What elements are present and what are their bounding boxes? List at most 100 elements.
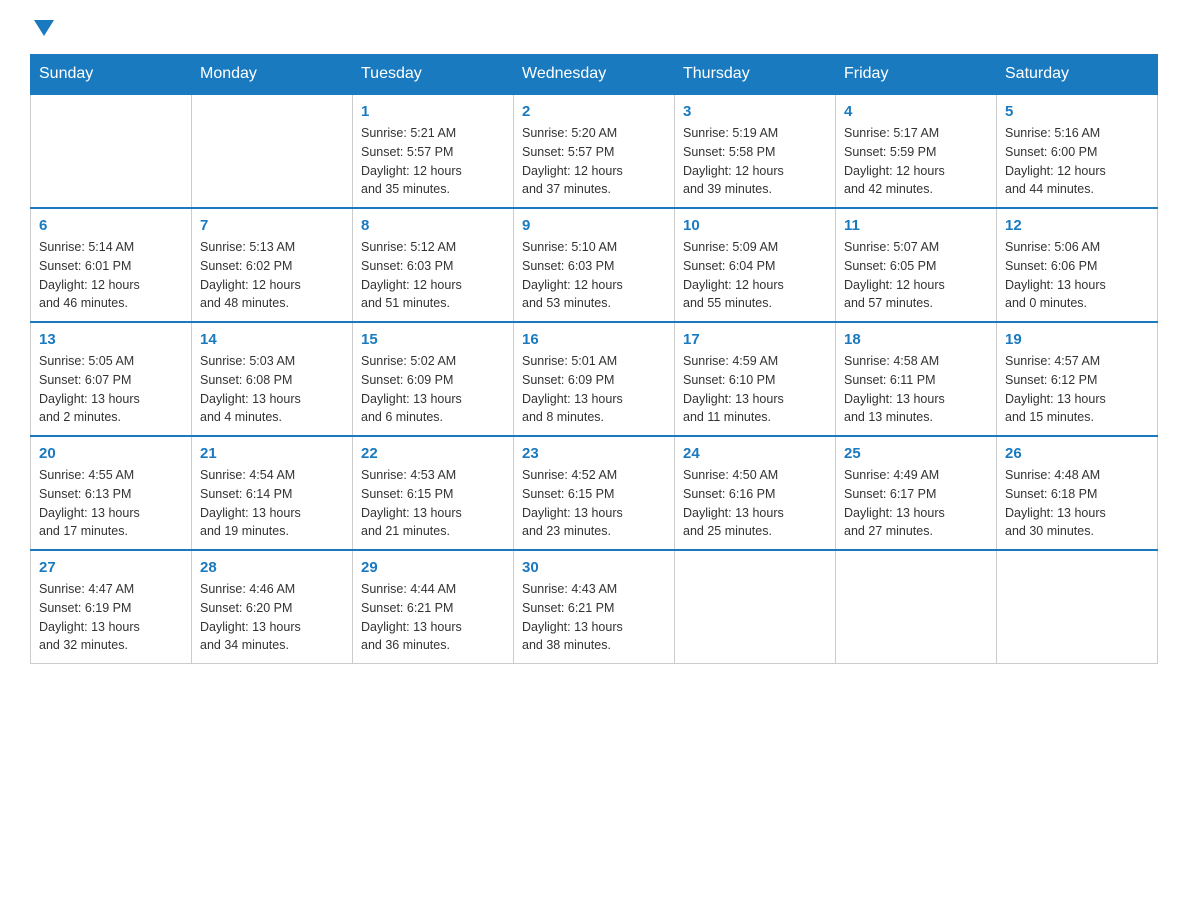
weekday-header-sunday: Sunday bbox=[31, 55, 192, 95]
day-info: Sunrise: 5:19 AMSunset: 5:58 PMDaylight:… bbox=[683, 124, 827, 199]
day-number: 6 bbox=[39, 217, 183, 234]
calendar-cell: 12 Sunrise: 5:06 AMSunset: 6:06 PMDayligh… bbox=[997, 208, 1158, 322]
calendar-cell bbox=[997, 550, 1158, 664]
weekday-header-saturday: Saturday bbox=[997, 55, 1158, 95]
day-info: Sunrise: 5:03 AMSunset: 6:08 PMDaylight:… bbox=[200, 352, 344, 427]
day-number: 29 bbox=[361, 559, 505, 576]
calendar-cell: 29 Sunrise: 4:44 AMSunset: 6:21 PMDayligh… bbox=[353, 550, 514, 664]
calendar-cell: 24Sunrise: 4:50 AMSunset: 6:16 PMDayligh… bbox=[675, 436, 836, 550]
day-info: Sunrise: 4:52 AMSunset: 6:15 PMDaylight:… bbox=[522, 466, 666, 541]
day-number: 26 bbox=[1005, 445, 1149, 462]
calendar-cell: 17Sunrise: 4:59 AMSunset: 6:10 PMDayligh… bbox=[675, 322, 836, 436]
weekday-header-friday: Friday bbox=[836, 55, 997, 95]
day-info: Sunrise: 4:53 AMSunset: 6:15 PMDaylight:… bbox=[361, 466, 505, 541]
day-info: Sunrise: 4:55 AMSunset: 6:13 PMDaylight:… bbox=[39, 466, 183, 541]
day-info: Sunrise: 4:58 AMSunset: 6:11 PMDaylight:… bbox=[844, 352, 988, 427]
day-info: Sunrise: 5:20 AMSunset: 5:57 PMDaylight:… bbox=[522, 124, 666, 199]
calendar-cell: 8Sunrise: 5:12 AMSunset: 6:03 PMDaylight… bbox=[353, 208, 514, 322]
calendar-cell: 14 Sunrise: 5:03 AMSunset: 6:08 PMDayligh… bbox=[192, 322, 353, 436]
calendar-week-row: 27Sunrise: 4:47 AMSunset: 6:19 PMDayligh… bbox=[31, 550, 1158, 664]
day-number: 10 bbox=[683, 217, 827, 234]
day-number: 14 bbox=[200, 331, 344, 348]
day-number: 15 bbox=[361, 331, 505, 348]
day-number: 4 bbox=[844, 103, 988, 120]
day-info: Sunrise: 4:49 AMSunset: 6:17 PMDaylight:… bbox=[844, 466, 988, 541]
weekday-header-wednesday: Wednesday bbox=[514, 55, 675, 95]
calendar-cell bbox=[836, 550, 997, 664]
page-header bbox=[30, 20, 1158, 38]
day-info: Sunrise: 4:43 AMSunset: 6:21 PMDaylight:… bbox=[522, 580, 666, 655]
calendar-cell: 2 Sunrise: 5:20 AMSunset: 5:57 PMDaylight… bbox=[514, 94, 675, 208]
calendar-cell: 10 Sunrise: 5:09 AMSunset: 6:04 PMDayligh… bbox=[675, 208, 836, 322]
calendar-table: SundayMondayTuesdayWednesdayThursdayFrid… bbox=[30, 54, 1158, 664]
day-info: Sunrise: 4:54 AMSunset: 6:14 PMDaylight:… bbox=[200, 466, 344, 541]
calendar-cell: 9 Sunrise: 5:10 AMSunset: 6:03 PMDaylight… bbox=[514, 208, 675, 322]
day-number: 2 bbox=[522, 103, 666, 120]
day-number: 23 bbox=[522, 445, 666, 462]
day-info: Sunrise: 5:13 AMSunset: 6:02 PMDaylight:… bbox=[200, 238, 344, 313]
calendar-cell: 1Sunrise: 5:21 AMSunset: 5:57 PMDaylight… bbox=[353, 94, 514, 208]
calendar-week-row: 1Sunrise: 5:21 AMSunset: 5:57 PMDaylight… bbox=[31, 94, 1158, 208]
day-info: Sunrise: 5:09 AMSunset: 6:04 PMDaylight:… bbox=[683, 238, 827, 313]
calendar-cell: 28Sunrise: 4:46 AMSunset: 6:20 PMDayligh… bbox=[192, 550, 353, 664]
day-info: Sunrise: 5:17 AMSunset: 5:59 PMDaylight:… bbox=[844, 124, 988, 199]
day-number: 12 bbox=[1005, 217, 1149, 234]
day-info: Sunrise: 5:14 AMSunset: 6:01 PMDaylight:… bbox=[39, 238, 183, 313]
calendar-cell: 19Sunrise: 4:57 AMSunset: 6:12 PMDayligh… bbox=[997, 322, 1158, 436]
day-number: 11 bbox=[844, 217, 988, 234]
day-number: 28 bbox=[200, 559, 344, 576]
calendar-cell: 30 Sunrise: 4:43 AMSunset: 6:21 PMDayligh… bbox=[514, 550, 675, 664]
day-info: Sunrise: 5:16 AMSunset: 6:00 PMDaylight:… bbox=[1005, 124, 1149, 199]
day-number: 18 bbox=[844, 331, 988, 348]
calendar-cell: 13 Sunrise: 5:05 AMSunset: 6:07 PMDayligh… bbox=[31, 322, 192, 436]
calendar-cell: 27Sunrise: 4:47 AMSunset: 6:19 PMDayligh… bbox=[31, 550, 192, 664]
day-number: 13 bbox=[39, 331, 183, 348]
calendar-cell bbox=[675, 550, 836, 664]
calendar-week-row: 20 Sunrise: 4:55 AMSunset: 6:13 PMDayligh… bbox=[31, 436, 1158, 550]
day-number: 16 bbox=[522, 331, 666, 348]
calendar-cell: 11 Sunrise: 5:07 AMSunset: 6:05 PMDayligh… bbox=[836, 208, 997, 322]
day-info: Sunrise: 5:05 AMSunset: 6:07 PMDaylight:… bbox=[39, 352, 183, 427]
day-info: Sunrise: 4:47 AMSunset: 6:19 PMDaylight:… bbox=[39, 580, 183, 655]
day-info: Sunrise: 4:48 AMSunset: 6:18 PMDaylight:… bbox=[1005, 466, 1149, 541]
calendar-cell bbox=[31, 94, 192, 208]
day-number: 1 bbox=[361, 103, 505, 120]
calendar-cell: 4 Sunrise: 5:17 AMSunset: 5:59 PMDaylight… bbox=[836, 94, 997, 208]
day-number: 25 bbox=[844, 445, 988, 462]
calendar-cell: 15 Sunrise: 5:02 AMSunset: 6:09 PMDayligh… bbox=[353, 322, 514, 436]
calendar-cell: 5Sunrise: 5:16 AMSunset: 6:00 PMDaylight… bbox=[997, 94, 1158, 208]
day-number: 21 bbox=[200, 445, 344, 462]
calendar-cell: 25 Sunrise: 4:49 AMSunset: 6:17 PMDayligh… bbox=[836, 436, 997, 550]
day-number: 30 bbox=[522, 559, 666, 576]
calendar-week-row: 6 Sunrise: 5:14 AMSunset: 6:01 PMDaylight… bbox=[31, 208, 1158, 322]
day-number: 9 bbox=[522, 217, 666, 234]
weekday-header-monday: Monday bbox=[192, 55, 353, 95]
calendar-cell: 7 Sunrise: 5:13 AMSunset: 6:02 PMDaylight… bbox=[192, 208, 353, 322]
calendar-cell: 22Sunrise: 4:53 AMSunset: 6:15 PMDayligh… bbox=[353, 436, 514, 550]
day-info: Sunrise: 5:01 AMSunset: 6:09 PMDaylight:… bbox=[522, 352, 666, 427]
calendar-cell: 26 Sunrise: 4:48 AMSunset: 6:18 PMDayligh… bbox=[997, 436, 1158, 550]
calendar-header-row: SundayMondayTuesdayWednesdayThursdayFrid… bbox=[31, 55, 1158, 95]
day-number: 8 bbox=[361, 217, 505, 234]
day-number: 7 bbox=[200, 217, 344, 234]
calendar-cell: 18 Sunrise: 4:58 AMSunset: 6:11 PMDayligh… bbox=[836, 322, 997, 436]
day-number: 20 bbox=[39, 445, 183, 462]
logo-triangle-icon bbox=[34, 20, 54, 36]
day-info: Sunrise: 4:44 AMSunset: 6:21 PMDaylight:… bbox=[361, 580, 505, 655]
day-info: Sunrise: 4:59 AMSunset: 6:10 PMDaylight:… bbox=[683, 352, 827, 427]
calendar-cell: 16 Sunrise: 5:01 AMSunset: 6:09 PMDayligh… bbox=[514, 322, 675, 436]
day-number: 3 bbox=[683, 103, 827, 120]
day-info: Sunrise: 5:02 AMSunset: 6:09 PMDaylight:… bbox=[361, 352, 505, 427]
day-info: Sunrise: 5:06 AMSunset: 6:06 PMDaylight:… bbox=[1005, 238, 1149, 313]
calendar-week-row: 13 Sunrise: 5:05 AMSunset: 6:07 PMDayligh… bbox=[31, 322, 1158, 436]
logo bbox=[30, 20, 54, 38]
day-info: Sunrise: 5:10 AMSunset: 6:03 PMDaylight:… bbox=[522, 238, 666, 313]
calendar-cell: 20 Sunrise: 4:55 AMSunset: 6:13 PMDayligh… bbox=[31, 436, 192, 550]
calendar-cell: 21 Sunrise: 4:54 AMSunset: 6:14 PMDayligh… bbox=[192, 436, 353, 550]
weekday-header-thursday: Thursday bbox=[675, 55, 836, 95]
day-info: Sunrise: 5:07 AMSunset: 6:05 PMDaylight:… bbox=[844, 238, 988, 313]
calendar-cell bbox=[192, 94, 353, 208]
calendar-cell: 3 Sunrise: 5:19 AMSunset: 5:58 PMDaylight… bbox=[675, 94, 836, 208]
day-info: Sunrise: 4:57 AMSunset: 6:12 PMDaylight:… bbox=[1005, 352, 1149, 427]
weekday-header-tuesday: Tuesday bbox=[353, 55, 514, 95]
